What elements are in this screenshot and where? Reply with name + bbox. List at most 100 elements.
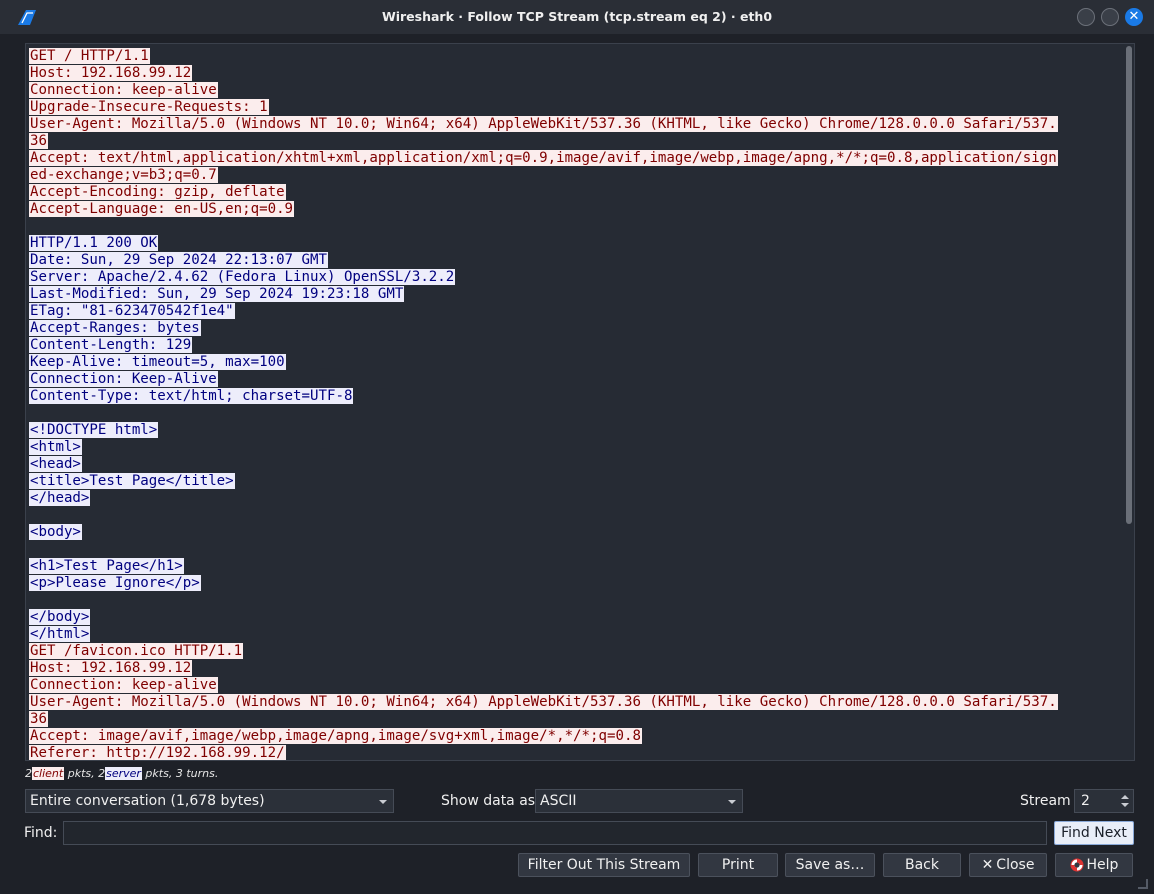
filter-out-stream-button[interactable]: Filter Out This Stream xyxy=(518,853,690,877)
client-line-text: Host: 192.168.99.12 xyxy=(29,660,193,676)
stream-line: ed-exchange;v=b3;q=0.7 xyxy=(29,167,1121,184)
stream-line: <title>Test Page</title> xyxy=(29,473,1121,490)
client-line-text: Accept-Language: en-US,en;q=0.9 xyxy=(29,201,295,217)
stream-line xyxy=(29,507,1121,524)
stream-line: <p>Please Ignore</p> xyxy=(29,575,1121,592)
stream-line: Date: Sun, 29 Sep 2024 22:13:07 GMT xyxy=(29,252,1121,269)
stream-line: Host: 192.168.99.12 xyxy=(29,65,1121,82)
stream-line: Accept-Ranges: bytes xyxy=(29,320,1121,337)
server-line-text: <head> xyxy=(29,456,82,472)
show-data-select[interactable]: ASCII xyxy=(535,789,743,813)
client-line-text: 36 xyxy=(29,133,48,149)
stream-line: Keep-Alive: timeout=5, max=100 xyxy=(29,354,1121,371)
stream-line: Accept: image/avif,image/webp,image/apng… xyxy=(29,728,1121,745)
find-next-button[interactable]: Find Next xyxy=(1054,821,1134,845)
stream-line: 36 xyxy=(29,133,1121,150)
stream-line: Upgrade-Insecure-Requests: 1 xyxy=(29,99,1121,116)
stream-line: Host: 192.168.99.12 xyxy=(29,660,1121,677)
help-button[interactable]: Help xyxy=(1055,853,1133,877)
server-line-text: Date: Sun, 29 Sep 2024 22:13:07 GMT xyxy=(29,252,328,268)
server-line-text: </body> xyxy=(29,609,91,625)
chevron-down-icon xyxy=(728,800,736,804)
client-line-text: User-Agent: Mozilla/5.0 (Windows NT 10.0… xyxy=(29,116,1058,132)
stream-line: </body> xyxy=(29,609,1121,626)
client-line-text: Referer: http://192.168.99.12/ xyxy=(29,745,286,761)
stream-line: Referer: http://192.168.99.12/ xyxy=(29,745,1121,761)
back-button[interactable]: Back xyxy=(883,853,961,877)
client-line-text: ed-exchange;v=b3;q=0.7 xyxy=(29,167,218,183)
stream-content-view[interactable]: GET / HTTP/1.1 Host: 192.168.99.12 Connect… xyxy=(25,43,1135,761)
stream-line: <h1>Test Page</h1> xyxy=(29,558,1121,575)
stream-line xyxy=(29,218,1121,235)
server-line-text: <h1>Test Page</h1> xyxy=(29,558,184,574)
stream-text: GET / HTTP/1.1 Host: 192.168.99.12 Connect… xyxy=(29,48,1121,761)
summary-client-label: client xyxy=(32,767,65,780)
title-bar: Wireshark · Follow TCP Stream (tcp.strea… xyxy=(0,0,1154,34)
packet-summary: 2client pkts, 2server pkts, 3 turns. xyxy=(25,767,218,780)
print-button[interactable]: Print xyxy=(698,853,778,877)
stream-line: <html> xyxy=(29,439,1121,456)
server-line-text: <p>Please Ignore</p> xyxy=(29,575,201,591)
stream-line: 36 xyxy=(29,711,1121,728)
stream-line: GET / HTTP/1.1 xyxy=(29,48,1121,65)
server-line-text: Server: Apache/2.4.62 (Fedora Linux) Ope… xyxy=(29,269,456,285)
server-line-text: Connection: Keep-Alive xyxy=(29,371,218,387)
client-line-text: Accept-Encoding: gzip, deflate xyxy=(29,184,286,200)
lifebuoy-help-icon xyxy=(1070,858,1084,872)
server-line-text: HTTP/1.1 200 OK xyxy=(29,235,159,251)
stream-line: </head> xyxy=(29,490,1121,507)
window-title: Wireshark · Follow TCP Stream (tcp.strea… xyxy=(381,9,773,24)
client-line-text: User-Agent: Mozilla/5.0 (Windows NT 10.0… xyxy=(29,694,1058,710)
stream-line xyxy=(29,592,1121,609)
stream-line: Server: Apache/2.4.62 (Fedora Linux) Ope… xyxy=(29,269,1121,286)
server-line-text: </head> xyxy=(29,490,91,506)
stream-line: Accept-Encoding: gzip, deflate xyxy=(29,184,1121,201)
client-line-text: GET /favicon.ico HTTP/1.1 xyxy=(29,643,244,659)
server-line-text: Keep-Alive: timeout=5, max=100 xyxy=(29,354,286,370)
vertical-scrollbar[interactable] xyxy=(1126,46,1132,524)
stream-line: </html> xyxy=(29,626,1121,643)
stream-line: Connection: keep-alive xyxy=(29,677,1121,694)
find-input[interactable] xyxy=(63,821,1047,845)
summary-tail: pkts, 3 turns. xyxy=(141,767,219,780)
client-line-text: 36 xyxy=(29,711,48,727)
stream-number-value: 2 xyxy=(1081,793,1090,809)
stream-line: User-Agent: Mozilla/5.0 (Windows NT 10.0… xyxy=(29,116,1121,133)
stream-line: Last-Modified: Sun, 29 Sep 2024 19:23:18… xyxy=(29,286,1121,303)
client-line-text: Upgrade-Insecure-Requests: 1 xyxy=(29,99,269,115)
minimize-icon[interactable] xyxy=(1077,8,1095,26)
conversation-select-value: Entire conversation (1,678 bytes) xyxy=(30,793,265,809)
stream-line: Accept: text/html,application/xhtml+xml,… xyxy=(29,150,1121,167)
save-as-button[interactable]: Save as… xyxy=(785,853,875,877)
server-line-text: <html> xyxy=(29,439,82,455)
close-button[interactable]: ✕ Close xyxy=(969,853,1047,877)
conversation-select[interactable]: Entire conversation (1,678 bytes) xyxy=(25,789,394,813)
stream-line: <!DOCTYPE html> xyxy=(29,422,1121,439)
server-line-text: Content-Type: text/html; charset=UTF-8 xyxy=(29,388,354,404)
chevron-down-icon xyxy=(379,800,387,804)
stream-line: Content-Type: text/html; charset=UTF-8 xyxy=(29,388,1121,405)
summary-server-label: server xyxy=(105,767,142,780)
server-line-text: </html> xyxy=(29,626,91,642)
maximize-icon[interactable] xyxy=(1101,8,1119,26)
stream-number-spinbox[interactable]: 2 xyxy=(1074,789,1134,813)
server-line-text: Content-Length: 129 xyxy=(29,337,193,353)
client-line-text: Host: 192.168.99.12 xyxy=(29,65,193,81)
server-line-text: <!DOCTYPE html> xyxy=(29,422,159,438)
stream-line: Content-Length: 129 xyxy=(29,337,1121,354)
stream-line: GET /favicon.ico HTTP/1.1 xyxy=(29,643,1121,660)
resize-grip[interactable] xyxy=(1138,879,1148,889)
close-button-label: Close xyxy=(996,857,1035,873)
server-line-text: Last-Modified: Sun, 29 Sep 2024 19:23:18… xyxy=(29,286,405,302)
close-icon[interactable]: ✕ xyxy=(1125,8,1143,26)
stream-line: ETag: "81-623470542f1e4" xyxy=(29,303,1121,320)
summary-client-count: 2 xyxy=(25,767,32,780)
stream-line: <body> xyxy=(29,524,1121,541)
spin-up-icon[interactable] xyxy=(1121,795,1129,799)
show-data-select-value: ASCII xyxy=(540,793,577,809)
stream-line: Accept-Language: en-US,en;q=0.9 xyxy=(29,201,1121,218)
spin-down-icon[interactable] xyxy=(1121,803,1129,807)
stream-line: <head> xyxy=(29,456,1121,473)
find-label: Find: xyxy=(24,825,58,841)
client-line-text: Connection: keep-alive xyxy=(29,677,218,693)
